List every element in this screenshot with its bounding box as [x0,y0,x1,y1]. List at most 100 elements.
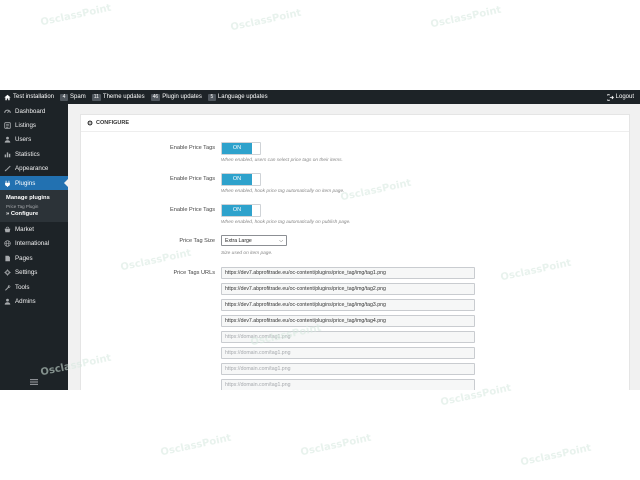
panel-title: Configure [96,120,129,126]
theme-updates-badge: 11 [91,93,101,101]
market-icon [3,226,11,234]
plugin-updates-badge: 46 [150,93,161,101]
settings-icon [3,269,11,277]
toggle-on-state: ON [222,205,252,216]
language-updates-badge: 5 [207,93,216,101]
topbar-item-label: Language updates [217,94,268,100]
logout-button[interactable]: Logout [604,90,634,104]
sidebar-item-users[interactable]: Users [0,133,68,147]
admin-app: Test installation 4 Spam 11 Theme updates 46… [0,90,640,390]
sidebar-item-label: Market [15,226,34,234]
topbar-item-label: Theme updates [102,94,145,100]
sidebar-item-statistics[interactable]: Statistics [0,147,68,161]
price-tag-size-select[interactable]: Extra Large ⌵ [221,235,287,246]
select-value: Extra Large [225,238,252,244]
submenu-manage-plugins[interactable]: Manage plugins [0,194,68,203]
price-tag-url-input-empty[interactable]: https://domain.com/tag1.png [221,331,475,343]
pages-icon [3,254,11,262]
watermark-text: OsclassPoint [299,432,373,459]
sidebar-item-label: International [15,240,50,248]
submenu-configure[interactable]: » Configure [0,210,68,219]
listings-icon [3,122,11,130]
setting-label: Price Tag Size [179,238,215,244]
topbar-item-label: Spam [70,94,86,100]
admin-topbar: Test installation 4 Spam 11 Theme updates 46… [0,90,640,104]
sidebar: Dashboard Listings Users Statistics Appearan… [0,104,68,390]
watermark-text: OsclassPoint [159,432,233,459]
sidebar-item-label: Tools [15,283,30,291]
tools-icon [3,283,11,291]
panel-header: Configure [81,115,629,132]
price-tag-url-input[interactable]: https://dev7.abprofitrade.eu/oc-content/… [221,315,475,327]
plugins-submenu: Manage plugins Price Tag Plugin » Config… [0,190,68,223]
sidebar-menu: Dashboard Listings Users Statistics Appearan… [0,104,68,191]
sidebar-item-label: Appearance [15,165,49,173]
sidebar-menu-lower: Market International Pages Settings Tools Adm… [0,222,68,308]
topbar-item-theme-updates[interactable]: 11 Theme updates [91,93,145,101]
setting-help: When enabled, hook price tag automatical… [221,220,351,225]
logout-label: Logout [615,94,634,100]
topbar-item-label: Plugin updates [162,94,202,100]
sidebar-item-international[interactable]: International [0,237,68,251]
site-title: Test installation [13,94,55,100]
statistics-icon [3,150,11,158]
setting-help: When enabled, hook price tag automatical… [221,189,345,194]
hook-item-page-toggle[interactable]: ON [221,173,261,186]
setting-row-size: Price Tag Size Extra Large ⌵ Size used o… [81,235,629,256]
toggle-off-state [252,174,260,185]
sidebar-item-label: Users [15,136,32,144]
sidebar-item-label: Admins [15,297,36,305]
toggle-on-state: ON [222,143,252,154]
sidebar-item-label: Settings [15,269,38,277]
collapse-menu-button[interactable] [0,376,68,390]
sidebar-item-dashboard[interactable]: Dashboard [0,104,68,118]
sidebar-item-label: Statistics [15,150,40,158]
enable-price-tags-toggle[interactable]: ON [221,142,261,155]
admins-icon [3,297,11,305]
setting-label: Enable Price Tags [170,176,215,182]
sidebar-item-label: Plugins [15,179,36,187]
toggle-off-state [252,205,260,216]
sidebar-item-tools[interactable]: Tools [0,280,68,294]
setting-label: Enable Price Tags [170,207,215,213]
price-tag-url-input-empty[interactable]: https://domain.com/tag1.png [221,363,475,375]
price-tag-url-input[interactable]: https://dev7.abprofitrade.eu/oc-content/… [221,267,475,279]
price-tag-url-input[interactable]: https://dev7.abprofitrade.eu/oc-content/… [221,299,475,311]
appearance-icon [3,165,11,173]
sidebar-item-listings[interactable]: Listings [0,118,68,132]
toggle-off-state [252,143,260,154]
chevron-down-icon: ⌵ [279,238,283,244]
hook-publish-page-toggle[interactable]: ON [221,204,261,217]
sidebar-item-label: Listings [15,122,36,130]
price-tag-url-input[interactable]: https://dev7.abprofitrade.eu/oc-content/… [221,283,475,295]
setting-label: Enable Price Tags [170,145,215,151]
sidebar-item-appearance[interactable]: Appearance [0,162,68,176]
home-icon [4,94,11,101]
watermark-text: OsclassPoint [229,7,303,34]
gear-icon [87,120,93,126]
site-link[interactable]: Test installation [4,94,54,101]
topbar-notifications: 4 Spam 11 Theme updates 46 Plugin updates 5 Lan… [60,93,274,101]
sidebar-item-settings[interactable]: Settings [0,266,68,280]
sidebar-item-plugins[interactable]: Plugins [0,175,68,191]
logout-icon [604,93,614,101]
watermark-text: OsclassPoint [39,2,113,29]
users-icon [3,136,11,144]
dashboard-icon [3,107,11,115]
sidebar-item-market[interactable]: Market [0,222,68,236]
watermark-text: OsclassPoint [429,4,503,31]
setting-help: When enabled, users can select price tag… [221,158,343,163]
configure-panel: Configure Enable Price Tags ON When enab… [80,114,630,390]
submenu-plugin-name[interactable]: Price Tag Plugin [0,203,68,210]
sidebar-item-admins[interactable]: Admins [0,294,68,308]
sidebar-item-label: Pages [15,254,33,262]
topbar-item-spam[interactable]: 4 Spam [60,93,86,101]
setting-label: Price Tags URLs [173,270,215,276]
price-tag-url-input-empty[interactable]: https://domain.com/tag1.png [221,347,475,359]
topbar-item-plugin-updates[interactable]: 46 Plugin updates [150,93,202,101]
plugins-icon [3,179,11,187]
sidebar-item-label: Dashboard [15,107,46,115]
topbar-item-language-updates[interactable]: 5 Language updates [207,93,268,101]
price-tag-url-input-empty[interactable]: https://domain.com/tag1.png [221,379,475,390]
sidebar-item-pages[interactable]: Pages [0,251,68,265]
